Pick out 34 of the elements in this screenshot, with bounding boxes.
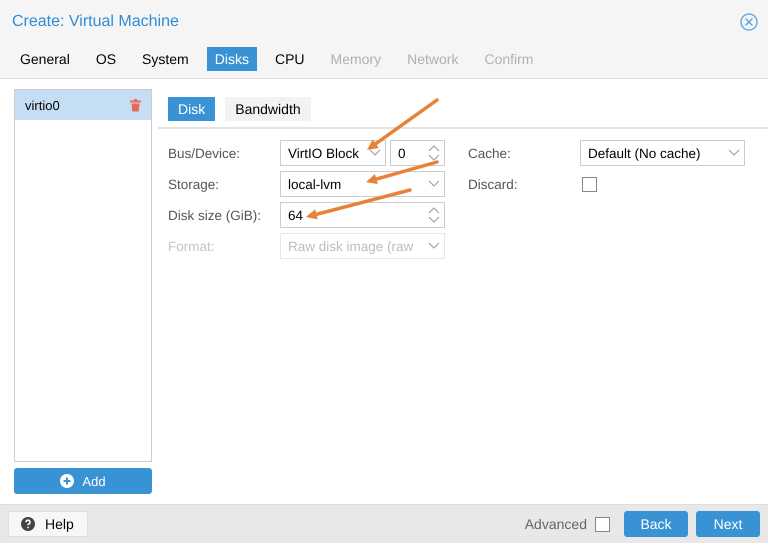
window-title: Create: Virtual Machine [12, 13, 179, 31]
checkbox[interactable] [582, 176, 597, 192]
bus-select[interactable]: VirtIO Block [280, 140, 386, 166]
field-label: Bus/Device: [168, 146, 242, 160]
spinner-icon [428, 144, 440, 162]
caret-icon [369, 149, 381, 157]
caret-icon [428, 242, 440, 250]
caret-icon [728, 149, 740, 157]
wizard-tab[interactable]: System [134, 47, 197, 71]
field-label: Format: [168, 238, 216, 254]
caret-icon [428, 180, 440, 188]
annotation-arrow [367, 98, 439, 150]
wizard-tab[interactable]: CPU [266, 47, 313, 71]
close-icon[interactable] [740, 13, 758, 31]
select-field[interactable]: local-lvm [280, 171, 445, 197]
wizard-tab[interactable]: General [12, 47, 78, 71]
sub-tab[interactable]: Bandwidth [225, 97, 311, 121]
disk-name: virtio0 [25, 98, 60, 112]
disk-list-item[interactable]: virtio0 [15, 90, 151, 120]
help-icon [21, 517, 35, 531]
advanced-checkbox[interactable] [595, 516, 610, 532]
plus-icon [60, 474, 74, 488]
field-label: Disk size (GiB): [168, 208, 262, 222]
help-button[interactable]: Help [8, 511, 88, 537]
field-label: Discard: [468, 176, 519, 192]
wizard-tab[interactable]: OS [88, 47, 124, 71]
field-label: Storage: [168, 176, 220, 192]
trash-icon[interactable] [130, 98, 141, 112]
spinner-icon [428, 206, 440, 224]
field-label: Cache: [468, 146, 512, 160]
select-field[interactable]: Default (No cache) [580, 140, 745, 166]
advanced-label: Advanced [524, 516, 587, 532]
device-number-field[interactable]: 0 [390, 140, 445, 166]
number-field[interactable]: 64 [280, 202, 445, 228]
